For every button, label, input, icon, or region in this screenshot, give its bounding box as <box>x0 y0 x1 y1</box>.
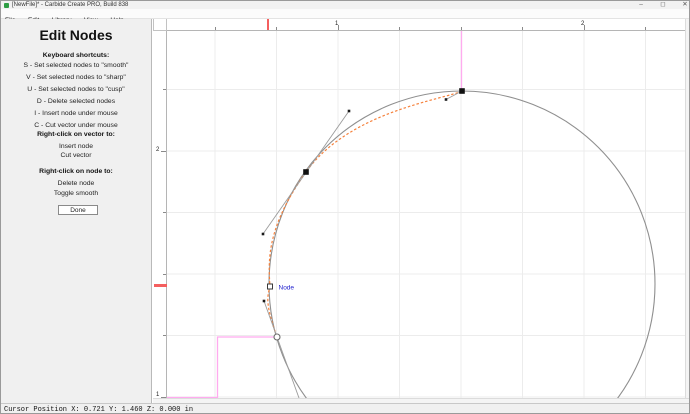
title-bar[interactable]: [NewFile]* - Carbide Create PRO, Build 8… <box>1 1 689 9</box>
handle-point[interactable] <box>262 299 266 303</box>
circle-vector[interactable] <box>268 90 656 413</box>
cursor-position-readout: Cursor Position X: 0.721 Y: 1.460 Z: 0.0… <box>4 406 194 414</box>
shortcut-cusp: U - Set selected nodes to "cusp" <box>27 86 125 93</box>
app-window: [NewFile]* - Carbide Create PRO, Build 8… <box>0 0 690 414</box>
minimize-button[interactable]: – <box>635 1 647 9</box>
handle-point[interactable] <box>444 98 448 101</box>
horizontal-ruler: 1 2 <box>167 19 685 31</box>
ruler-corner <box>153 19 167 31</box>
ruler-h-label-1: 1 <box>335 21 339 27</box>
app-icon <box>4 2 9 8</box>
window-title: [NewFile]* - Carbide Create PRO, Build 8… <box>12 1 129 8</box>
panel-title: Edit Nodes <box>39 27 113 43</box>
selected-vector-path[interactable] <box>267 90 463 338</box>
close-button[interactable]: ✕ <box>679 1 689 9</box>
done-button[interactable]: Done <box>58 205 98 215</box>
shortcut-smooth: S - Set selected nodes to "smooth" <box>23 62 129 69</box>
canvas-svg: Node <box>167 31 685 413</box>
handle-point[interactable] <box>347 109 351 113</box>
node-mid[interactable] <box>303 169 309 175</box>
handle-lines <box>262 90 463 399</box>
vector-insert-node: Insert node <box>58 143 93 150</box>
keyboard-shortcuts-heading: Keyboard shortcuts: <box>42 52 110 59</box>
cursor-position-marker-y <box>154 284 167 287</box>
menu-bar: File Edit Library View Help <box>1 9 689 24</box>
unselected-vector-bottom[interactable] <box>167 336 277 399</box>
ruler-h-label-2: 2 <box>581 21 585 27</box>
node-end[interactable] <box>273 333 281 341</box>
node-toggle-smooth: Toggle smooth <box>53 190 99 197</box>
maximize-button[interactable]: ◻ <box>657 1 669 9</box>
design-canvas[interactable]: Node <box>167 31 685 413</box>
vector-cut-vector: Cut vector <box>60 152 92 159</box>
vertical-ruler: 2 1 <box>153 31 167 398</box>
shortcut-delete: D - Delete selected nodes <box>36 98 116 105</box>
node-hovered[interactable] <box>267 283 273 290</box>
ruler-v-label-2: 2 <box>156 147 160 153</box>
vertical-scrollbar[interactable] <box>685 19 689 398</box>
rightclick-node-heading: Right-click on node to: <box>39 168 113 175</box>
handle-point[interactable] <box>261 232 265 236</box>
node-top[interactable] <box>459 88 465 94</box>
handle-points <box>261 98 448 303</box>
shortcut-cut: C - Cut vector under mouse <box>34 122 118 129</box>
rightclick-vector-heading: Right-click on vector to: <box>37 131 115 138</box>
cursor-position-marker-x <box>267 19 269 30</box>
node-tooltip: Node <box>279 285 295 292</box>
grid-lines <box>167 31 685 398</box>
shortcut-insert: I - Insert node under mouse <box>34 110 118 117</box>
status-bar: Cursor Position X: 0.721 Y: 1.460 Z: 0.0… <box>1 403 689 414</box>
edit-nodes-panel: Edit Nodes Keyboard shortcuts: S - Set s… <box>1 19 152 403</box>
node-delete-node: Delete node <box>57 180 95 187</box>
shortcut-sharp: V - Set selected nodes to "sharp" <box>26 74 126 81</box>
